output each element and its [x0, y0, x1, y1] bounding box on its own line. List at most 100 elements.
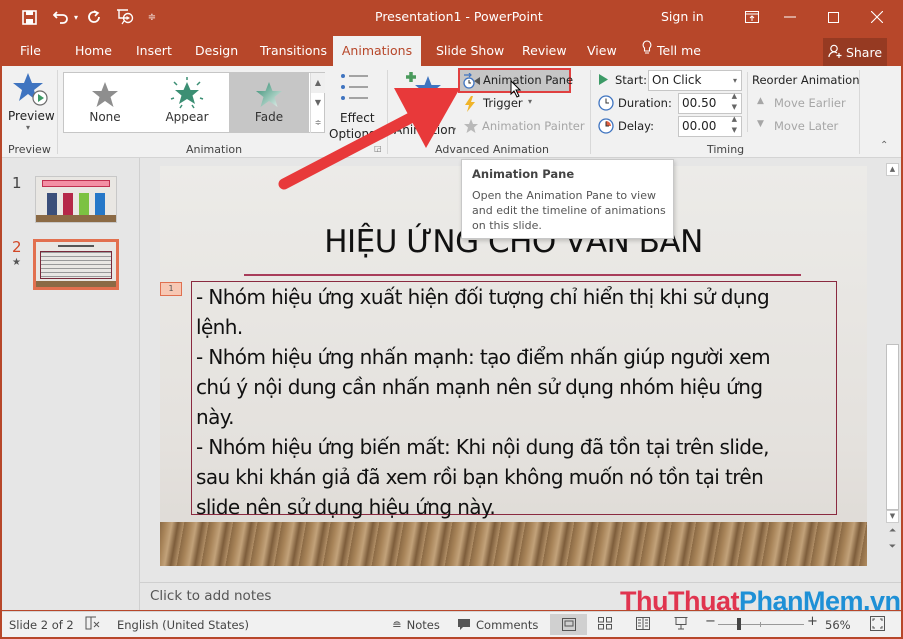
tab-home[interactable]: Home	[67, 36, 120, 66]
sign-in-link[interactable]: Sign in	[661, 9, 704, 24]
undo-dropdown-icon[interactable]: ▾	[72, 7, 80, 27]
save-icon[interactable]	[18, 7, 40, 27]
annotation-arrow-shaft	[278, 107, 426, 190]
slide-thumbnail-2[interactable]	[33, 239, 119, 290]
undo-icon[interactable]	[50, 7, 72, 27]
start-play-icon	[599, 74, 608, 85]
duration-label: Duration:	[618, 96, 672, 110]
duration-spin-icon[interactable]: ▲ ▼	[732, 91, 737, 113]
animation-appear-label: Appear	[165, 110, 209, 124]
animation-order-tag[interactable]: 1	[160, 282, 182, 296]
preview-button[interactable]: Preview ▾	[6, 69, 55, 139]
redo-icon[interactable]	[84, 7, 104, 27]
zoom-slider-center-tick	[760, 622, 761, 627]
separator	[590, 70, 591, 154]
zoom-slider-thumb[interactable]	[737, 618, 742, 630]
slide-show-icon[interactable]	[674, 617, 688, 633]
zoom-slider-track[interactable]	[718, 624, 804, 625]
close-icon[interactable]	[857, 4, 897, 30]
tab-file[interactable]: File	[12, 36, 49, 66]
normal-view-button[interactable]	[550, 614, 587, 635]
customize-qat-icon[interactable]: ≑	[146, 7, 158, 27]
delay-clock-icon	[598, 118, 614, 134]
title-underline	[244, 274, 801, 276]
maximize-icon[interactable]	[813, 4, 853, 30]
next-slide-icon[interactable]: ⏷	[886, 542, 899, 555]
tell-me-search[interactable]: Tell me	[634, 36, 709, 66]
collapse-ribbon-icon[interactable]: ⌃	[880, 140, 888, 151]
preview-star-icon	[13, 72, 49, 111]
spell-check-icon[interactable]	[85, 616, 101, 633]
none-star-icon	[92, 82, 118, 107]
tab-animations[interactable]: Animations	[333, 36, 421, 66]
notes-icon: ≘	[392, 618, 402, 632]
slide-thumbnails-pane: 1 2 ★	[2, 158, 140, 610]
animation-none[interactable]: None	[65, 73, 145, 132]
scroll-up-icon[interactable]: ▲	[886, 163, 899, 176]
slide-count: Slide 2 of 2	[9, 618, 74, 632]
start-from-beginning-icon[interactable]	[114, 7, 136, 27]
watermark-part-3: .vn	[863, 586, 901, 616]
start-select[interactable]: On Click ▾	[648, 70, 742, 91]
content-line: lệnh.	[196, 315, 243, 339]
move-earlier-button[interactable]: ▲ Move Earlier	[757, 94, 852, 112]
delay-spinner[interactable]: 00.00 ▲ ▼	[678, 114, 742, 137]
delay-spin-icon[interactable]: ▲ ▼	[732, 114, 737, 136]
thumbnail-number-2: 2	[12, 238, 22, 256]
comments-button[interactable]: Comments	[457, 618, 538, 634]
tab-view[interactable]: View	[579, 36, 625, 66]
animation-pane-tooltip: Animation Pane Open the Animation Pane t…	[461, 159, 674, 239]
slide-sorter-icon[interactable]	[598, 617, 612, 633]
share-button[interactable]: Share	[823, 38, 887, 66]
thumb1-title-shape	[42, 180, 110, 187]
previous-slide-icon[interactable]: ⏶	[886, 526, 899, 539]
notes-button[interactable]: ≘ Notes	[392, 618, 440, 632]
share-label: Share	[845, 44, 883, 60]
content-line: này.	[196, 405, 234, 429]
vertical-scrollbar[interactable]: ▲ ▼ ⏶ ⏷	[885, 162, 900, 562]
content-line: slide nên sử dụng hiệu ứng này.	[196, 495, 496, 519]
separator	[859, 70, 860, 154]
animation-star-icon: ★	[12, 257, 21, 268]
duration-clock-icon	[598, 95, 614, 111]
content-line: chú ý nội dung cần nhấn mạnh nên sử dụng…	[196, 375, 763, 399]
tab-transitions[interactable]: Transitions	[252, 36, 335, 66]
tab-design[interactable]: Design	[187, 36, 246, 66]
content-line: sau khi khán giả đã xem rồi bạn không mu…	[196, 465, 764, 489]
animation-none-label: None	[89, 110, 121, 124]
minimize-icon[interactable]	[770, 4, 810, 30]
start-value: On Click	[652, 73, 702, 87]
reading-view-icon[interactable]	[636, 617, 650, 633]
language[interactable]: English (United States)	[117, 618, 249, 632]
title-bar: ▾ ≑ Presentation1 - PowerPoint Sign in	[0, 0, 903, 34]
tab-slide-show[interactable]: Slide Show	[428, 36, 512, 66]
tab-review[interactable]: Review	[514, 36, 575, 66]
start-label: Start:	[615, 73, 647, 87]
slide-thumbnail-1[interactable]	[35, 176, 117, 223]
start-dropdown-icon: ▾	[732, 76, 737, 85]
animation-appear[interactable]: Appear	[147, 73, 227, 132]
duration-value: 00.50	[682, 96, 717, 110]
ribbon-display-options-icon[interactable]	[732, 4, 772, 30]
zoom-level[interactable]: 56%	[825, 618, 851, 632]
notes-placeholder[interactable]: Click to add notes	[150, 588, 271, 604]
mouse-cursor-icon	[510, 80, 522, 98]
thumb1-box	[95, 193, 105, 215]
move-later-button[interactable]: ▼ Move Later	[757, 117, 852, 135]
content-textbox[interactable]: - Nhóm hiệu ứng xuất hiện đối tượng chỉ …	[191, 281, 837, 519]
tab-insert[interactable]: Insert	[128, 36, 180, 66]
ribbon-tabs: File Home Insert Design Transitions Anim…	[0, 36, 903, 66]
duration-spinner[interactable]: 00.50 ▲ ▼	[678, 91, 742, 114]
scroll-down-icon[interactable]: ▼	[886, 510, 899, 523]
comment-icon	[457, 618, 471, 634]
animation-painter-button[interactable]: Animation Painter	[461, 117, 586, 137]
scrollbar-thumb[interactable]	[886, 344, 899, 510]
content-text: - Nhóm hiệu ứng xuất hiện đối tượng chỉ …	[196, 282, 832, 522]
move-earlier-arrow-icon: ▲	[757, 96, 764, 106]
delay-label: Delay:	[618, 119, 655, 133]
fit-to-window-icon[interactable]	[870, 616, 885, 634]
preview-dropdown-icon: ▾	[26, 123, 31, 132]
content-line: - Nhóm hiệu ứng xuất hiện đối tượng chỉ …	[196, 285, 770, 309]
trigger-button[interactable]: Trigger ▾	[461, 94, 541, 114]
timing-group-label: Timing	[707, 143, 745, 156]
